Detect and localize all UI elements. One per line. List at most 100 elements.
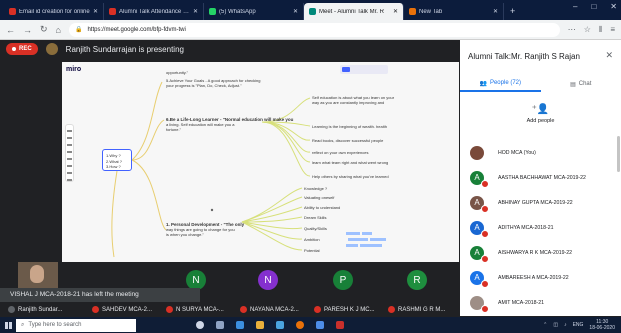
- tray-chevron-icon[interactable]: ⌃: [543, 322, 547, 328]
- store-icon[interactable]: [276, 321, 284, 329]
- screen: Email id creation for online ✕ Alumni Talk…: [0, 0, 621, 333]
- app-icon[interactable]: [316, 321, 324, 329]
- left-meeting-notice: VISHAL J MCA-2018-21 has left the meetin…: [0, 288, 200, 302]
- tab-people[interactable]: 👥 People (72): [460, 76, 541, 92]
- close-panel-icon[interactable]: ✕: [605, 50, 613, 61]
- menu-icon[interactable]: ≡: [610, 25, 615, 35]
- mindmap-node[interactable]: Read books, discover successful people: [312, 138, 383, 143]
- forward-icon[interactable]: →: [23, 25, 32, 35]
- people-list-item[interactable]: A ADITHYA MCA-2018-21: [460, 215, 621, 240]
- taskbar-search-placeholder: Type here to search: [28, 322, 82, 328]
- file-explorer-icon[interactable]: [256, 321, 264, 329]
- mindmap-node[interactable]: Valuating oneself: [304, 195, 334, 200]
- tab-chat[interactable]: ▤ Chat: [541, 76, 621, 92]
- edge-icon[interactable]: [236, 321, 244, 329]
- browser-tab[interactable]: (5) WhatsApp ✕: [204, 3, 304, 20]
- mindmap-node[interactable]: Knowledge ?: [304, 186, 327, 191]
- app-icon[interactable]: [336, 321, 344, 329]
- search-icon: ⌕: [21, 321, 25, 328]
- home-icon[interactable]: ⌂: [56, 25, 61, 35]
- panel-title: Alumni Talk:Mr. Ranjith S Rajan: [468, 52, 580, 61]
- task-view-icon[interactable]: [216, 321, 224, 329]
- participant-avatar[interactable]: R: [407, 270, 427, 290]
- mindmap-hub-node[interactable]: 1.Why ? 2.What ? 3.How ?: [102, 149, 132, 171]
- mindmap-node[interactable]: Dream Skills: [304, 215, 326, 220]
- url-field[interactable]: 🔒 https://meet.google.com/bfp-fdvm-twi: [68, 22, 560, 37]
- volume-icon[interactable]: ♪: [564, 322, 567, 328]
- participant-name: SAHDEV MCA-2...: [102, 306, 153, 313]
- participant-avatar[interactable]: P: [333, 270, 353, 290]
- person-name: AASTHA BACHHAWAT MCA-2019-22: [498, 174, 586, 181]
- person-name: AMIT MCA-2018-21: [498, 299, 545, 306]
- back-icon[interactable]: ←: [6, 25, 15, 35]
- tab-favicon-icon: [209, 8, 216, 15]
- shared-screen-board: miro 1.Why ? 2.What ? 3.How ? opportunit…: [62, 62, 459, 262]
- network-icon[interactable]: ◫: [553, 322, 558, 328]
- window-controls: – □ ✕: [573, 2, 617, 11]
- cortana-icon[interactable]: [196, 321, 204, 329]
- participant-avatar[interactable]: N: [258, 270, 278, 290]
- tab-close-icon[interactable]: ✕: [193, 8, 198, 15]
- tab-close-icon[interactable]: ✕: [493, 8, 498, 15]
- library-icon[interactable]: ⫴: [599, 25, 602, 35]
- clock-date: 18-06-2020: [589, 325, 615, 331]
- mindmap-node[interactable]: reflect on your own experiences: [312, 150, 368, 155]
- person-avatar: A: [470, 220, 489, 238]
- people-list-scrollbar[interactable]: [617, 136, 620, 172]
- people-list-item[interactable]: HOD MCA (You): [460, 140, 621, 165]
- mindmap-node[interactable]: is when you change.": [166, 232, 204, 237]
- language-indicator[interactable]: ENG: [573, 322, 584, 328]
- muted-badge-icon: [481, 179, 489, 188]
- browser-tab[interactable]: Meet - Alumni Talk Mr. R ✕: [304, 3, 404, 20]
- people-list-item[interactable]: A AASTHA BACHHAWAT MCA-2019-22: [460, 165, 621, 190]
- page-actions-icon[interactable]: ⋯: [568, 25, 576, 35]
- add-people-button[interactable]: ⁺👤 Add people: [460, 104, 621, 124]
- maximize-icon[interactable]: □: [591, 2, 596, 11]
- clock[interactable]: 11:30 18-06-2020: [589, 319, 615, 331]
- people-list-item[interactable]: A AMBAREESH A MCA-2019-22: [460, 265, 621, 290]
- mindmap-node[interactable]: fortune.": [166, 127, 181, 132]
- tab-favicon-icon: [309, 8, 316, 15]
- mindmap-node[interactable]: Learning is the beginning of wealth. hea…: [312, 124, 387, 129]
- firefox-icon[interactable]: [296, 321, 304, 329]
- browser-tab[interactable]: Email id creation for online ✕: [4, 3, 104, 20]
- muted-mic-icon: [314, 306, 321, 313]
- person-initial: A: [474, 248, 480, 257]
- muted-mic-icon: [388, 306, 395, 313]
- reload-icon[interactable]: ↻: [40, 24, 48, 35]
- people-list-item[interactable]: A AISHWARYA R K MCA-2019-22: [460, 240, 621, 265]
- people-list-item[interactable]: AMIT MCA-2018-21: [460, 290, 621, 315]
- tab-label: (5) WhatsApp: [219, 8, 256, 15]
- mindmap-node[interactable]: Quality/Skills: [304, 226, 327, 231]
- add-people-label: Add people: [526, 118, 555, 124]
- taskbar-search[interactable]: ⌕ Type here to search: [16, 318, 136, 332]
- tab-close-icon[interactable]: ✕: [393, 8, 398, 15]
- mindmap-node[interactable]: Potential: [304, 248, 320, 253]
- person-name: AMBAREESH A MCA-2019-22: [498, 274, 569, 281]
- participant-avatar[interactable]: N: [186, 270, 206, 290]
- tab-close-icon[interactable]: ✕: [93, 8, 98, 15]
- minimize-icon[interactable]: –: [573, 2, 577, 11]
- browser-tab[interactable]: Alumni Talk Attendance URL ✕: [104, 3, 204, 20]
- tab-close-icon[interactable]: ✕: [293, 8, 298, 15]
- mindmap-node[interactable]: your progress is "Plan, Do, Check, Adjus…: [166, 83, 242, 88]
- people-list-item[interactable]: A ABHINAY GUPTA MCA-2019-22: [460, 190, 621, 215]
- people-list: HOD MCA (You) A AASTHA BACHHAWAT MCA-2019-…: [460, 140, 621, 315]
- mindmap-node[interactable]: Help others by sharing what you've learn…: [312, 174, 389, 179]
- bookmark-icon[interactable]: ☆: [584, 25, 591, 35]
- mindmap-node[interactable]: opportunity.": [166, 70, 188, 75]
- close-window-icon[interactable]: ✕: [610, 2, 617, 11]
- muted-mic-icon: [166, 306, 173, 313]
- mindmap-node[interactable]: learn what team right and what went wron…: [312, 160, 388, 165]
- mindmap-node[interactable]: way as you are constantly improving and: [312, 100, 384, 105]
- start-button[interactable]: [0, 317, 16, 333]
- new-tab-button[interactable]: +: [504, 3, 521, 20]
- presenter-avatar: [45, 43, 58, 55]
- muted-badge-icon: [481, 229, 489, 238]
- person-initial: A: [474, 223, 480, 232]
- windows-taskbar: ⌕ Type here to search ⌃ ◫ ♪ ENG 11:30 18…: [0, 317, 621, 333]
- tab-favicon-icon: [409, 8, 416, 15]
- mindmap-node[interactable]: Ability to understand: [304, 205, 340, 210]
- mindmap-node[interactable]: Ambition: [304, 237, 320, 242]
- browser-tab[interactable]: New Tab ✕: [404, 3, 504, 20]
